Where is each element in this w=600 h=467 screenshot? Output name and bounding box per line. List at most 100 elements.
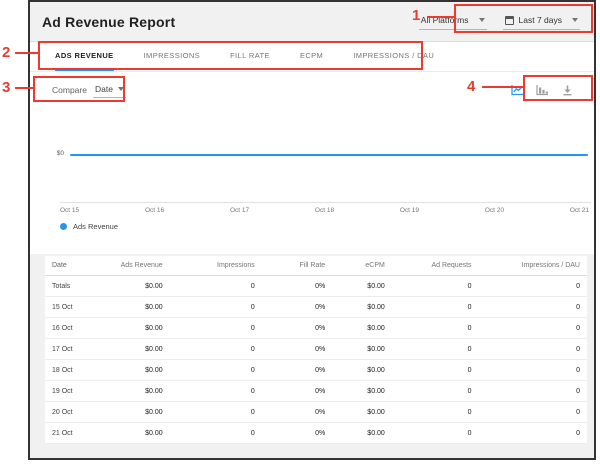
- cell: Totals: [45, 276, 110, 297]
- table-row: 17 Oct $0.00 0 0% $0.00 0 0: [45, 339, 587, 360]
- cell: $0.00: [110, 423, 170, 444]
- x-tick: Oct 19: [400, 207, 419, 214]
- cell: 0: [392, 381, 479, 402]
- cell: $0.00: [110, 339, 170, 360]
- x-tick: Oct 18: [315, 207, 334, 214]
- cell: 0: [392, 402, 479, 423]
- line-chart-icon[interactable]: [511, 84, 524, 96]
- col-impressions: Impressions: [170, 256, 262, 276]
- y-axis-tick: $0: [48, 150, 64, 157]
- cell: 0: [479, 276, 587, 297]
- legend-dot-icon: [60, 223, 67, 230]
- cell: 0: [170, 423, 262, 444]
- chart-type-controls: [511, 84, 574, 96]
- col-impressions-dau: Impressions / DAU: [479, 256, 587, 276]
- cell: 0: [392, 318, 479, 339]
- cell: 0%: [262, 339, 332, 360]
- cell: $0.00: [332, 381, 392, 402]
- cell: $0.00: [332, 276, 392, 297]
- compare-label: Compare: [52, 85, 87, 95]
- cell: 0: [170, 381, 262, 402]
- cell: 0%: [262, 276, 332, 297]
- cell: 0: [170, 402, 262, 423]
- table-row: 16 Oct $0.00 0 0% $0.00 0 0: [45, 318, 587, 339]
- chevron-down-icon: [572, 18, 578, 22]
- cell: $0.00: [332, 360, 392, 381]
- cell: 0: [392, 423, 479, 444]
- cell: 0%: [262, 402, 332, 423]
- cell: 0: [170, 318, 262, 339]
- col-ads-revenue: Ads Revenue: [110, 256, 170, 276]
- cell: 0: [392, 339, 479, 360]
- compare-control: Compare Date: [52, 83, 126, 98]
- tab-impressions[interactable]: IMPRESSIONS: [144, 42, 201, 71]
- cell: $0.00: [332, 318, 392, 339]
- calendar-icon: [505, 16, 514, 25]
- download-icon[interactable]: [561, 84, 574, 96]
- cell: 0: [479, 423, 587, 444]
- table-row: 19 Oct $0.00 0 0% $0.00 0 0: [45, 381, 587, 402]
- cell: 0: [170, 297, 262, 318]
- chart-legend: Ads Revenue: [60, 222, 118, 231]
- cell: 0%: [262, 381, 332, 402]
- cell: 0%: [262, 297, 332, 318]
- page-title: Ad Revenue Report: [42, 14, 419, 30]
- cell: 0: [479, 402, 587, 423]
- cell: 21 Oct: [45, 423, 110, 444]
- metrics-table-section: Date Ads Revenue Impressions Fill Rate e…: [30, 254, 594, 458]
- platform-filter-dropdown[interactable]: All Platforms: [419, 13, 487, 30]
- cell: 0: [170, 339, 262, 360]
- table-header-row: Date Ads Revenue Impressions Fill Rate e…: [45, 256, 587, 276]
- cell: 0: [479, 297, 587, 318]
- cell: 20 Oct: [45, 402, 110, 423]
- cell: 19 Oct: [45, 381, 110, 402]
- tab-impressions-dau[interactable]: IMPRESSIONS / DAU: [353, 42, 434, 71]
- compare-select[interactable]: Date: [93, 83, 126, 98]
- cell: 18 Oct: [45, 360, 110, 381]
- tab-fill-rate[interactable]: FILL RATE: [230, 42, 270, 71]
- cell: 0: [170, 360, 262, 381]
- tab-ecpm[interactable]: ECPM: [300, 42, 323, 71]
- cell: 0: [479, 381, 587, 402]
- x-tick: Oct 15: [60, 207, 79, 214]
- compare-value: Date: [95, 84, 113, 94]
- cell: 0%: [262, 318, 332, 339]
- cell: 0: [392, 297, 479, 318]
- metrics-table: Date Ads Revenue Impressions Fill Rate e…: [45, 256, 587, 444]
- cell: $0.00: [110, 318, 170, 339]
- cell: $0.00: [332, 423, 392, 444]
- cell: 0: [392, 360, 479, 381]
- table-row: 15 Oct $0.00 0 0% $0.00 0 0: [45, 297, 587, 318]
- cell: 0: [479, 360, 587, 381]
- cell: 0: [479, 339, 587, 360]
- x-tick: Oct 20: [485, 207, 504, 214]
- table-row: Totals $0.00 0 0% $0.00 0 0: [45, 276, 587, 297]
- ads-revenue-series-line: [70, 154, 588, 156]
- platform-filter-value: All Platforms: [421, 15, 469, 25]
- cell: $0.00: [332, 297, 392, 318]
- header-filters: All Platforms Last 7 days: [419, 13, 580, 30]
- col-ad-requests: Ad Requests: [392, 256, 479, 276]
- cell: $0.00: [332, 402, 392, 423]
- chevron-down-icon: [118, 87, 124, 91]
- col-fill-rate: Fill Rate: [262, 256, 332, 276]
- cell: $0.00: [110, 381, 170, 402]
- cell: 0%: [262, 423, 332, 444]
- report-header: Ad Revenue Report All Platforms Last 7 d…: [30, 2, 594, 42]
- tab-ads-revenue[interactable]: ADS REVENUE: [55, 42, 114, 71]
- cell: $0.00: [332, 339, 392, 360]
- cell: 17 Oct: [45, 339, 110, 360]
- cell: 0: [479, 318, 587, 339]
- bar-chart-icon[interactable]: [536, 84, 549, 96]
- cell: 15 Oct: [45, 297, 110, 318]
- x-tick: Oct 21: [570, 207, 589, 214]
- revenue-line-chart: $0 Oct 15 Oct 16 Oct 17 Oct 18 Oct 19 Oc…: [30, 108, 594, 254]
- table-row: 21 Oct $0.00 0 0% $0.00 0 0: [45, 423, 587, 444]
- cell: 0: [170, 276, 262, 297]
- cell: $0.00: [110, 276, 170, 297]
- col-date: Date: [45, 256, 110, 276]
- chevron-down-icon: [479, 18, 485, 22]
- date-range-dropdown[interactable]: Last 7 days: [503, 13, 580, 30]
- cell: 0: [392, 276, 479, 297]
- metric-tabs: ADS REVENUE IMPRESSIONS FILL RATE ECPM I…: [30, 42, 594, 72]
